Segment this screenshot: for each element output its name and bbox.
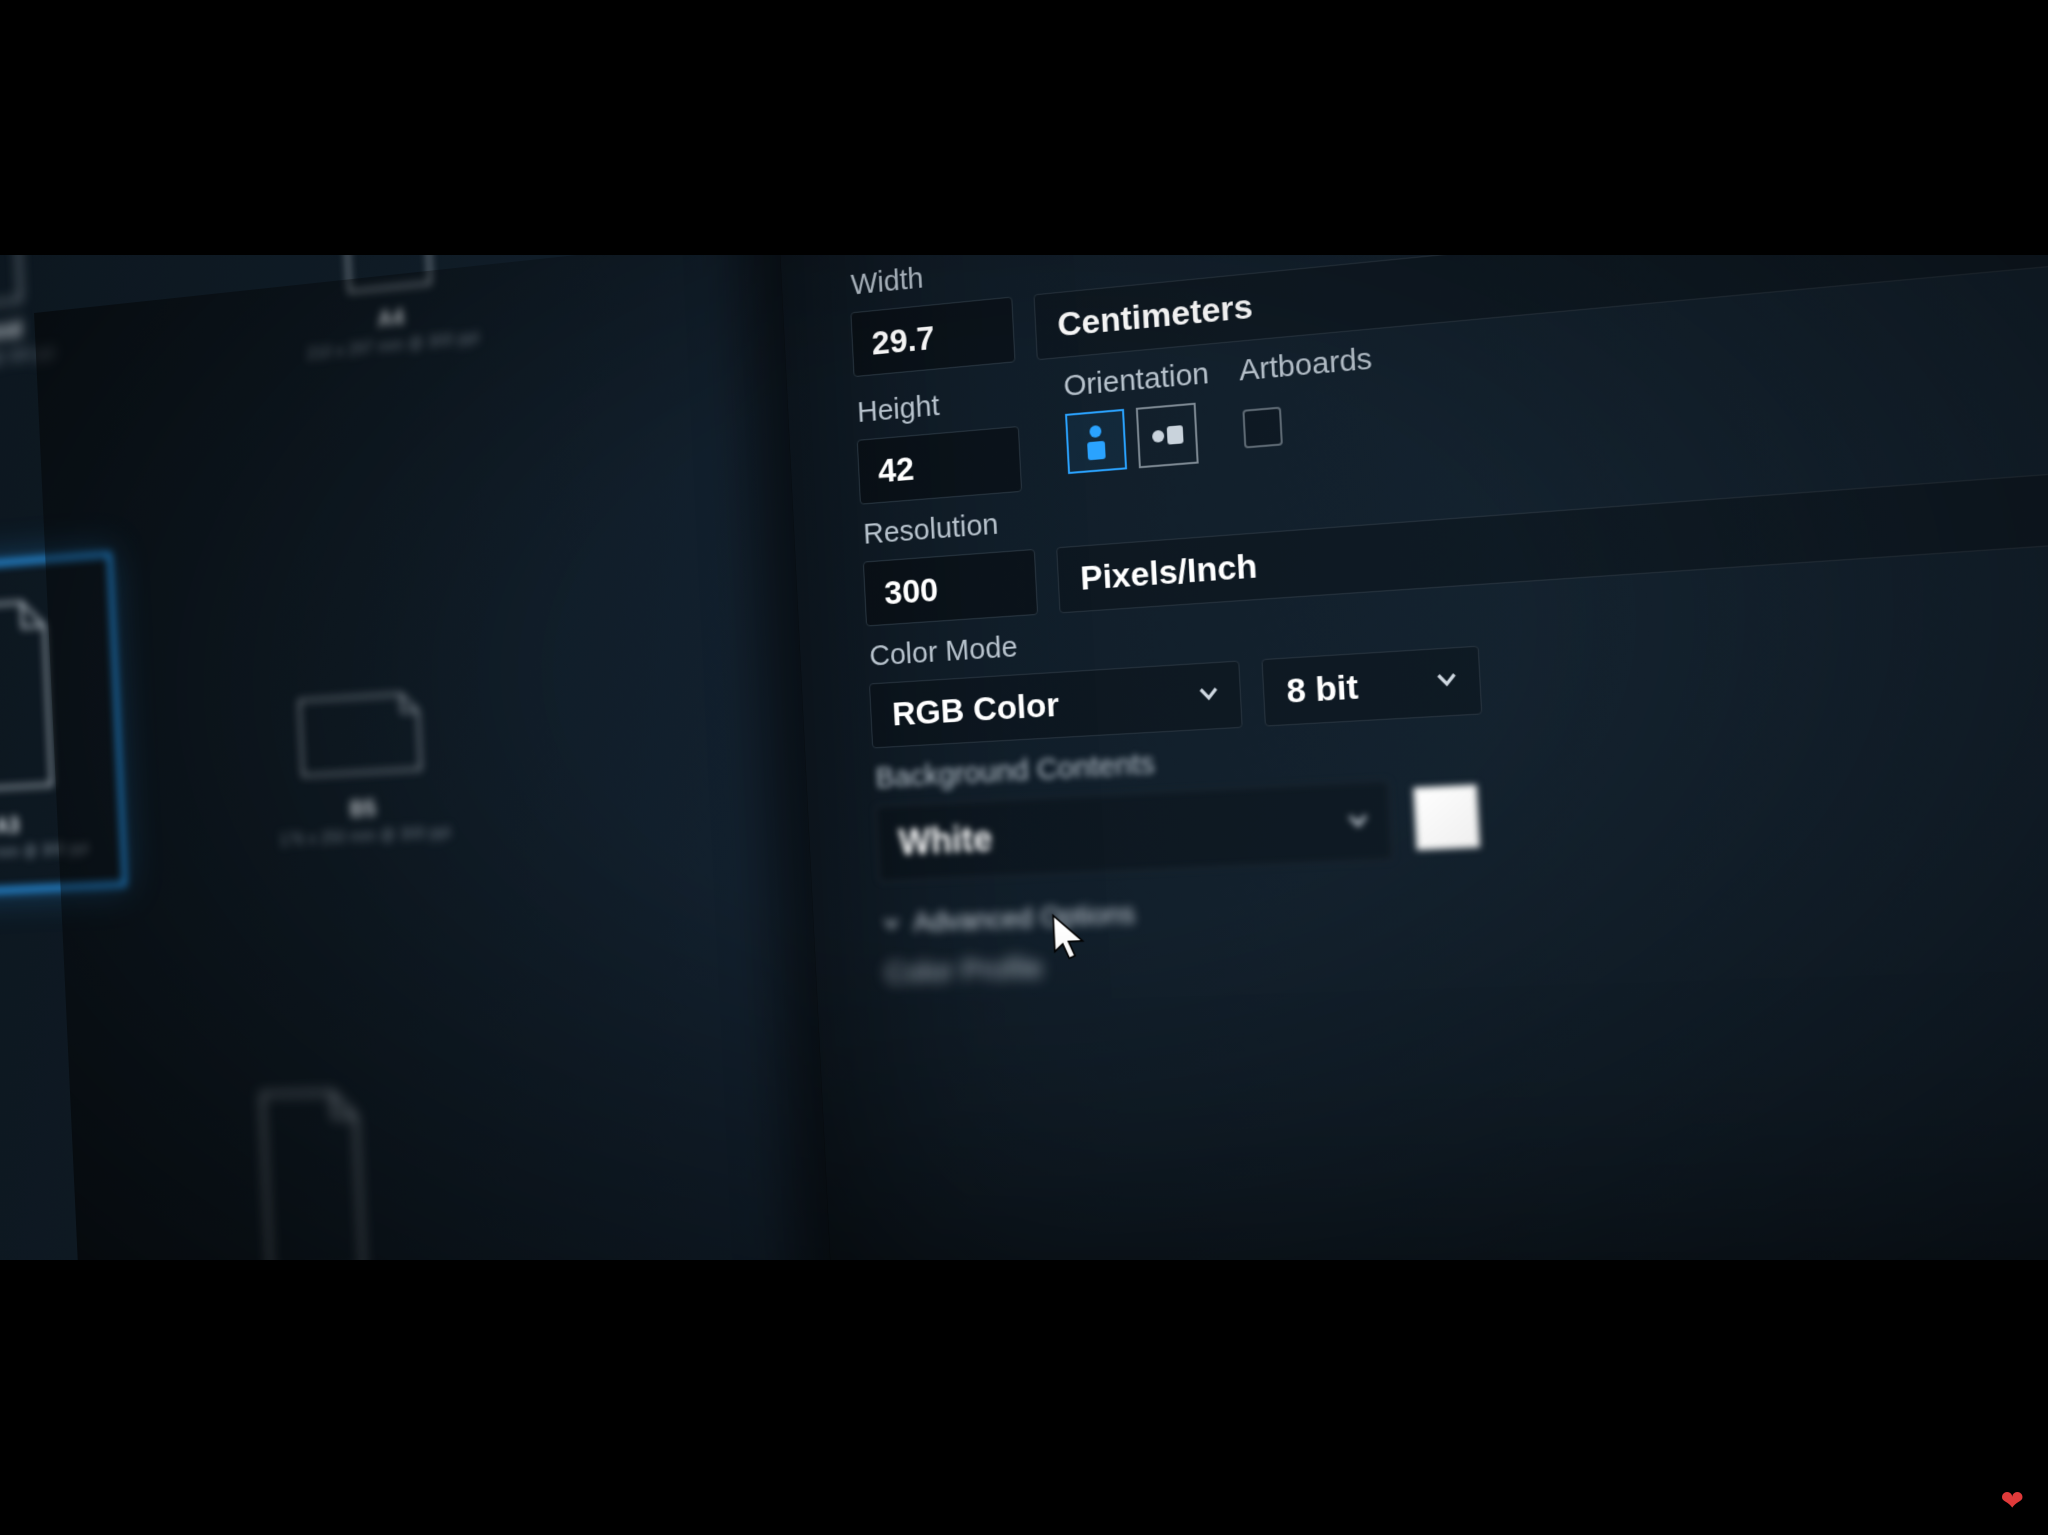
bit-depth-value: 8 bit <box>1286 667 1360 711</box>
chevron-down-icon <box>1344 799 1373 844</box>
advanced-options-toggle[interactable]: Advanced Options <box>880 841 2048 939</box>
background-contents-value: White <box>898 817 994 863</box>
bit-depth-select[interactable]: 8 bit <box>1261 645 1482 726</box>
color-mode-select[interactable]: RGB Color <box>869 660 1243 748</box>
artboards-checkbox[interactable] <box>1242 406 1283 448</box>
background-contents-select[interactable]: White <box>875 779 1393 882</box>
resolution-units-select[interactable]: Pixels/Inch <box>1056 439 2048 613</box>
color-mode-label: Color Mode <box>869 530 2048 673</box>
height-input[interactable]: 42 <box>857 425 1022 504</box>
page-portrait-icon <box>241 1084 385 1260</box>
color-profile-label: Color Profile <box>885 898 2048 990</box>
page-landscape-icon <box>294 677 426 788</box>
preset-a4[interactable]: A4 210 x 297 mm @ 300 ppi <box>296 255 479 364</box>
page-portrait-icon <box>0 255 35 313</box>
width-input[interactable]: 29.7 <box>850 296 1015 377</box>
page-portrait-icon <box>322 255 450 300</box>
person-landscape-icon <box>1147 418 1188 452</box>
preset-desc: 176 x 250 mm @ 300 ppi <box>279 822 451 850</box>
background-color-swatch[interactable] <box>1412 783 1480 850</box>
preset-panel: Tabloid 11 x 17 in @ 300 ppi A4 210 x 29… <box>0 255 842 1260</box>
orientation-label: Orientation <box>1063 356 1210 403</box>
preset-b5[interactable]: B5 176 x 250 mm @ 300 ppi <box>272 675 451 849</box>
orientation-portrait-button[interactable] <box>1065 408 1127 473</box>
chevron-down-icon <box>880 912 902 935</box>
chevron-down-icon <box>1195 675 1223 716</box>
width-label: Width <box>850 255 2048 302</box>
height-label: Height <box>856 382 1018 430</box>
preset-desc: 11 x 17 in @ 300 ppi <box>0 342 56 374</box>
artboards-label: Artboards <box>1238 341 1373 388</box>
preset-title: B5 <box>277 791 449 826</box>
advanced-options-label: Advanced Options <box>912 897 1135 938</box>
color-mode-value: RGB Color <box>891 685 1060 734</box>
preset-partial-2[interactable] <box>241 1084 385 1260</box>
preset-desc: 297 x 420 mm @ 300 ppi <box>0 838 89 865</box>
background-contents-label: Background Contents <box>875 671 2048 795</box>
preset-title: A3 <box>0 809 88 843</box>
width-units-value: Centimeters <box>1057 286 1254 344</box>
page-portrait-icon <box>0 591 73 798</box>
preset-a3-selected[interactable]: A3 297 x 420 mm @ 300 ppi <box>0 551 128 897</box>
heart-icon: ❤ <box>2001 1484 2024 1517</box>
width-units-select[interactable]: Centimeters <box>1033 255 2048 360</box>
orientation-landscape-button[interactable] <box>1136 402 1199 468</box>
preset-details-panel: here. Width 29.7 Centimeters <box>769 255 2048 1260</box>
chevron-down-icon <box>1432 660 1461 702</box>
resolution-units-value: Pixels/Inch <box>1079 546 1258 598</box>
person-portrait-icon <box>1080 420 1112 463</box>
resolution-input[interactable]: 300 <box>863 548 1038 626</box>
resolution-label: Resolution <box>863 388 2048 551</box>
preset-tabloid[interactable]: Tabloid 11 x 17 in @ 300 ppi <box>0 255 56 374</box>
